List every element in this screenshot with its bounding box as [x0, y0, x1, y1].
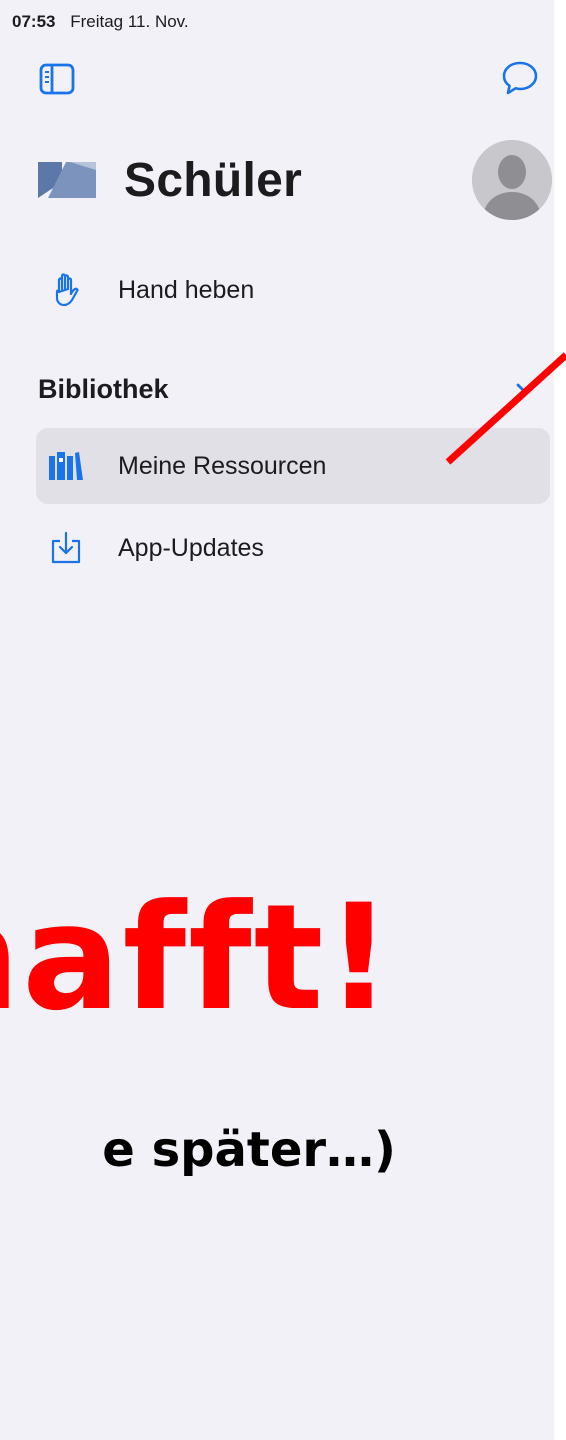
avatar[interactable] — [472, 140, 552, 220]
sidebar-toggle-button[interactable] — [38, 60, 76, 98]
status-date: Freitag 11. Nov. — [70, 12, 189, 31]
person-avatar-icon — [472, 140, 552, 220]
right-edge — [554, 0, 566, 1440]
overlay-headline: hafft! — [0, 873, 394, 1043]
status-time: 07:53 — [12, 12, 56, 31]
sidebar-item-my-resources[interactable]: Meine Ressourcen — [36, 428, 550, 504]
my-resources-label: Meine Ressourcen — [118, 451, 327, 480]
hand-raise-label: Hand heben — [118, 275, 255, 304]
status-bar: 07:53 Freitag 11. Nov. — [12, 12, 189, 32]
sidebar-screen: 07:53 Freitag 11. Nov. Schüler Hand hebe… — [0, 0, 554, 1440]
overlay-subline: e später…) — [102, 1122, 396, 1178]
library-section-header[interactable]: Bibliothek — [38, 362, 548, 416]
books-icon — [48, 448, 84, 484]
page-title: Schüler — [124, 153, 303, 207]
sidebar-item-app-updates[interactable]: App-Updates — [36, 510, 550, 586]
download-tray-icon — [48, 530, 84, 566]
classroom-logo-icon — [38, 162, 96, 198]
sidebar-icon — [39, 63, 75, 95]
hand-raised-icon — [48, 272, 84, 308]
chevron-down-icon — [516, 383, 534, 394]
hand-raise-button[interactable]: Hand heben — [36, 252, 550, 328]
app-updates-label: App-Updates — [118, 533, 264, 562]
app-header: Schüler — [36, 140, 302, 220]
chat-bubble-icon — [502, 61, 538, 95]
chat-button[interactable] — [500, 58, 540, 98]
library-section-title: Bibliothek — [38, 373, 169, 404]
